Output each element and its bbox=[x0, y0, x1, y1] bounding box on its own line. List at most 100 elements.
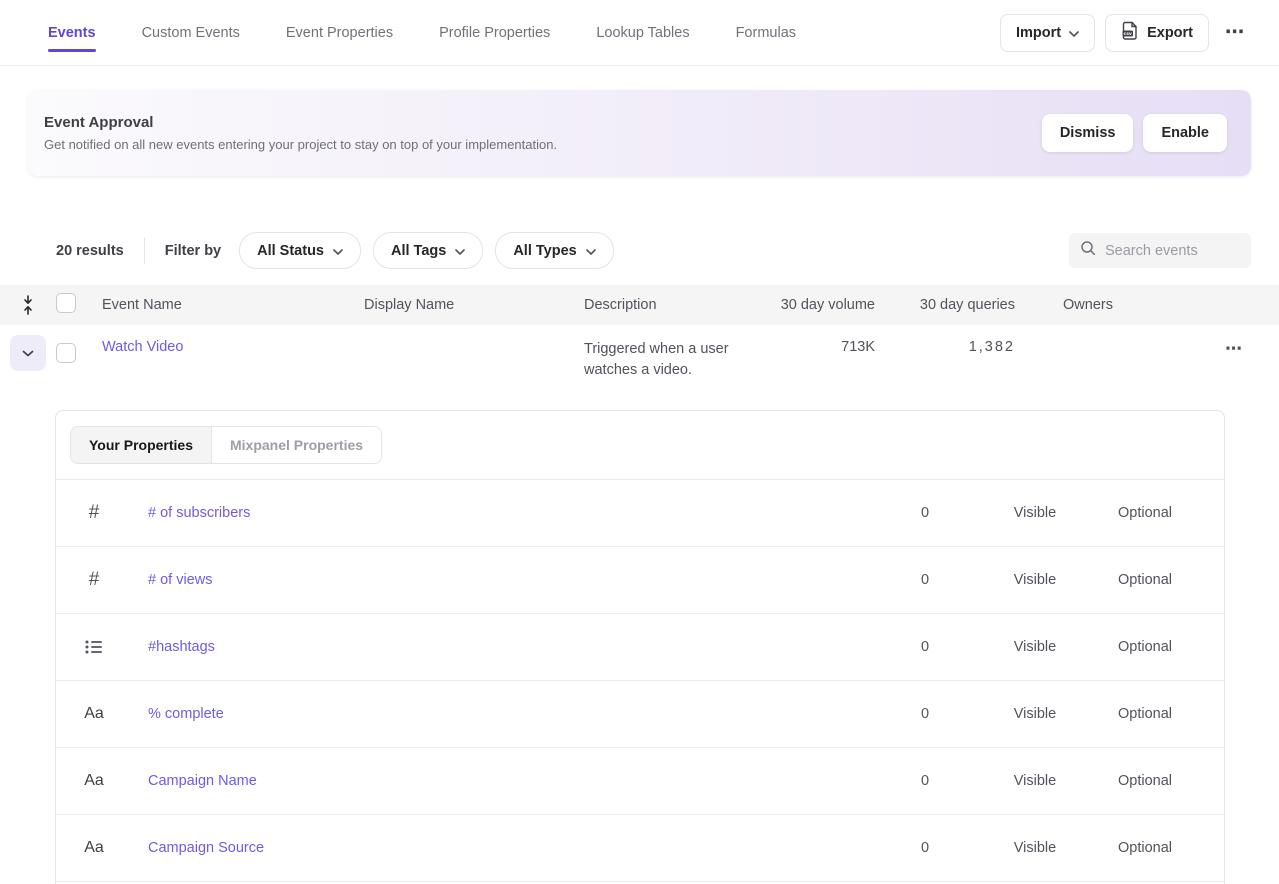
column-30-day-queries: 30 day queries bbox=[875, 297, 1015, 313]
event-properties-panel: Your Properties Mixpanel Properties # # … bbox=[55, 410, 1225, 884]
property-value: 0 bbox=[870, 773, 980, 789]
filter-by-label: Filter by bbox=[165, 243, 221, 259]
property-row: Aa Campaign Source 0 Visible Optional bbox=[56, 815, 1224, 882]
property-name-link[interactable]: Campaign Name bbox=[148, 773, 257, 789]
property-row: Aa % complete 0 Visible Optional bbox=[56, 681, 1224, 748]
property-value: 0 bbox=[870, 505, 980, 521]
search-icon bbox=[1080, 240, 1096, 261]
property-name-link[interactable]: # of views bbox=[148, 572, 212, 588]
dismiss-button[interactable]: Dismiss bbox=[1042, 114, 1134, 152]
banner-text: Event Approval Get notified on all new e… bbox=[44, 114, 557, 152]
property-visibility: Visible bbox=[980, 505, 1090, 521]
property-name-link[interactable]: % complete bbox=[148, 706, 224, 722]
property-visibility: Visible bbox=[980, 572, 1090, 588]
tab-events[interactable]: Events bbox=[48, 0, 96, 65]
property-visibility: Visible bbox=[980, 639, 1090, 655]
row-checkbox[interactable] bbox=[56, 343, 76, 363]
tab-custom-events[interactable]: Custom Events bbox=[142, 0, 240, 65]
description-cell: Triggered when a user watches a video. bbox=[584, 339, 774, 381]
vertical-divider bbox=[144, 238, 145, 264]
types-filter-dropdown[interactable]: All Types bbox=[495, 232, 613, 269]
property-requirement: Optional bbox=[1090, 505, 1200, 521]
enable-button[interactable]: Enable bbox=[1143, 114, 1227, 152]
description-line-1: Triggered when a user bbox=[584, 339, 774, 360]
tab-formulas[interactable]: Formulas bbox=[736, 0, 796, 65]
tab-profile-properties-label: Profile Properties bbox=[439, 25, 550, 41]
property-requirement: Optional bbox=[1090, 639, 1200, 655]
tab-event-properties[interactable]: Event Properties bbox=[286, 0, 393, 65]
tab-mixpanel-properties[interactable]: Mixpanel Properties bbox=[212, 427, 381, 463]
property-value: 0 bbox=[870, 706, 980, 722]
import-button[interactable]: Import bbox=[1000, 14, 1095, 52]
tab-your-properties[interactable]: Your Properties bbox=[71, 427, 212, 463]
types-filter-label: All Types bbox=[513, 243, 576, 259]
number-type-icon: # bbox=[84, 502, 104, 524]
status-filter-label: All Status bbox=[257, 243, 324, 259]
nav-tabs: Events Custom Events Event Properties Pr… bbox=[48, 0, 842, 65]
more-options-icon[interactable]: ⋯ bbox=[1219, 21, 1251, 44]
row-actions-cell: ⋯ bbox=[1199, 339, 1279, 359]
tab-event-properties-label: Event Properties bbox=[286, 25, 393, 41]
event-name-link[interactable]: Watch Video bbox=[102, 339, 183, 355]
tab-events-label: Events bbox=[48, 25, 96, 41]
export-button[interactable]: csv Export bbox=[1105, 14, 1209, 52]
property-row: Aa Campaign Name 0 Visible Optional bbox=[56, 748, 1224, 815]
tags-filter-label: All Tags bbox=[391, 243, 446, 259]
tab-profile-properties[interactable]: Profile Properties bbox=[439, 0, 550, 65]
description-line-2: watches a video. bbox=[584, 360, 774, 381]
column-event-name: Event Name bbox=[102, 297, 364, 313]
filter-bar: 20 results Filter by All Status All Tags… bbox=[0, 232, 1279, 269]
properties-segmented-control: Your Properties Mixpanel Properties bbox=[70, 426, 382, 464]
row-checkbox-cell bbox=[56, 339, 102, 367]
property-name-link[interactable]: # of subscribers bbox=[148, 505, 250, 521]
chevron-down-icon bbox=[1069, 25, 1079, 41]
column-owners: Owners bbox=[1015, 297, 1199, 313]
collapse-all-icon[interactable] bbox=[0, 295, 56, 315]
property-value: 0 bbox=[870, 639, 980, 655]
banner-actions: Dismiss Enable bbox=[1042, 114, 1227, 152]
results-count: 20 results bbox=[56, 243, 124, 259]
property-visibility: Visible bbox=[980, 706, 1090, 722]
property-requirement: Optional bbox=[1090, 773, 1200, 789]
property-requirement: Optional bbox=[1090, 706, 1200, 722]
expand-cell bbox=[0, 339, 56, 371]
tags-filter-dropdown[interactable]: All Tags bbox=[373, 232, 483, 269]
tab-formulas-label: Formulas bbox=[736, 25, 796, 41]
nav-actions: Import csv Export ⋯ bbox=[1000, 14, 1251, 52]
event-row-watch-video: Watch Video Triggered when a user watche… bbox=[0, 325, 1279, 403]
search-input[interactable] bbox=[1105, 243, 1240, 259]
chevron-down-icon bbox=[455, 243, 465, 259]
text-type-icon: Aa bbox=[84, 772, 104, 790]
svg-text:csv: csv bbox=[1124, 32, 1132, 37]
property-visibility: Visible bbox=[980, 840, 1090, 856]
status-filter-dropdown[interactable]: All Status bbox=[239, 232, 361, 269]
row-more-options-icon[interactable]: ⋯ bbox=[1225, 339, 1243, 358]
chevron-down-icon bbox=[586, 243, 596, 259]
property-requirement: Optional bbox=[1090, 840, 1200, 856]
csv-file-icon: csv bbox=[1121, 21, 1139, 44]
tab-lookup-tables[interactable]: Lookup Tables bbox=[596, 0, 689, 65]
column-description: Description bbox=[584, 297, 774, 313]
list-type-icon bbox=[84, 639, 104, 655]
tab-lookup-tables-label: Lookup Tables bbox=[596, 25, 689, 41]
top-navigation: Events Custom Events Event Properties Pr… bbox=[0, 0, 1279, 66]
volume-cell: 713K bbox=[774, 339, 875, 355]
chevron-down-icon bbox=[333, 243, 343, 259]
properties-tab-bar: Your Properties Mixpanel Properties bbox=[56, 411, 1224, 480]
import-button-label: Import bbox=[1016, 25, 1061, 41]
banner-subtitle: Get notified on all new events entering … bbox=[44, 137, 557, 152]
property-name-link[interactable]: Campaign Source bbox=[148, 840, 264, 856]
column-30-day-volume: 30 day volume bbox=[774, 297, 875, 313]
number-type-icon: # bbox=[84, 569, 104, 591]
text-type-icon: Aa bbox=[84, 839, 104, 857]
property-row: # # of views 0 Visible Optional bbox=[56, 547, 1224, 614]
property-value: 0 bbox=[870, 572, 980, 588]
property-row: #hashtags 0 Visible Optional bbox=[56, 614, 1224, 681]
collapse-row-button[interactable] bbox=[10, 335, 46, 371]
select-all-checkbox[interactable] bbox=[56, 293, 76, 313]
property-name-link[interactable]: #hashtags bbox=[148, 639, 215, 655]
banner-title: Event Approval bbox=[44, 114, 557, 131]
export-button-label: Export bbox=[1147, 25, 1193, 41]
search-box bbox=[1069, 233, 1251, 268]
property-value: 0 bbox=[870, 840, 980, 856]
